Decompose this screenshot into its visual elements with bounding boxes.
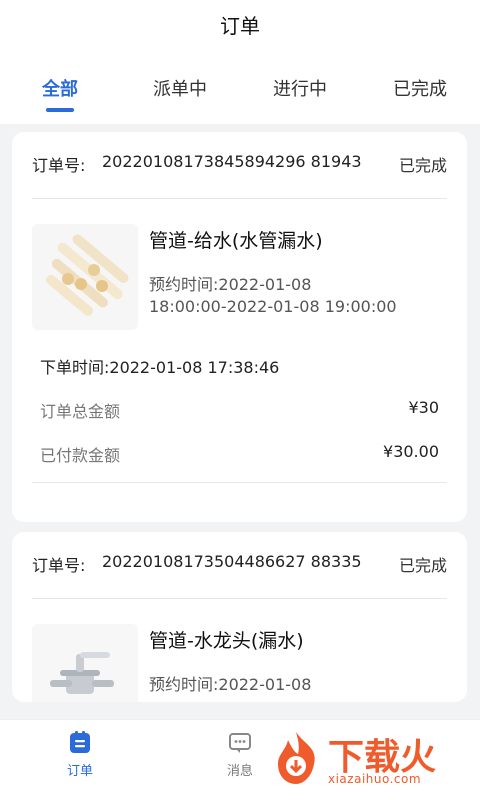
nav-messages[interactable]: 消息 bbox=[200, 730, 280, 779]
order-status: 已完成 bbox=[398, 556, 447, 575]
tab-in-progress-label: 进行中 bbox=[273, 79, 327, 100]
tab-all-label: 全部 bbox=[42, 79, 78, 100]
paid-amount-label: 已付款金额 bbox=[40, 446, 121, 465]
appointment-line-2: 18:00:00-2022-01-08 19:00:00 bbox=[149, 297, 397, 316]
divider bbox=[32, 482, 447, 483]
order-number-label: 订单号: bbox=[32, 556, 86, 575]
order-header: 订单号: 20220108173504486627 88335 已完成 bbox=[32, 552, 447, 576]
flame-icon bbox=[278, 732, 315, 784]
tab-completed[interactable]: 已完成 bbox=[365, 74, 475, 114]
tab-in-progress[interactable]: 进行中 bbox=[245, 74, 355, 114]
paid-amount-value: ¥30.00 bbox=[383, 442, 439, 461]
tab-dispatching-label: 派单中 bbox=[153, 79, 207, 100]
order-tabs: 全部 派单中 进行中 已完成 bbox=[0, 74, 480, 124]
watermark-url: xiazaihuo.com bbox=[328, 772, 422, 786]
appointment-line-1: 预约时间:2022-01-08 bbox=[149, 275, 312, 294]
divider bbox=[32, 198, 447, 199]
nav-orders-label: 订单 bbox=[66, 764, 93, 779]
order-total-value: ¥30 bbox=[408, 398, 439, 417]
order-card[interactable]: 订单号: 20220108173504486627 88335 已完成 管道-水… bbox=[12, 532, 467, 702]
appointment-time: 预约时间:2022-01-08 18:00:00-2022-01-08 19:0… bbox=[149, 274, 397, 318]
nav-orders[interactable]: 订单 bbox=[40, 730, 120, 779]
nav-messages-label: 消息 bbox=[226, 764, 253, 779]
order-total-row: 订单总金额 ¥30 bbox=[40, 398, 439, 422]
order-number: 20220108173845894296 81943 bbox=[102, 152, 362, 171]
page-title: 订单 bbox=[220, 14, 260, 38]
paid-amount-row: 已付款金额 ¥30.00 bbox=[40, 442, 439, 466]
tab-completed-label: 已完成 bbox=[393, 79, 447, 100]
bottom-navigation: 订单 消息 下载火 xiazaihuo.com bbox=[0, 719, 480, 800]
tab-dispatching[interactable]: 派单中 bbox=[125, 74, 235, 114]
order-icon bbox=[70, 731, 90, 753]
order-card[interactable]: 订单号: 20220108173845894296 81943 已完成 管道-给… bbox=[12, 132, 467, 522]
appointment-line-1: 预约时间:2022-01-08 bbox=[149, 675, 312, 694]
active-tab-indicator bbox=[46, 108, 74, 112]
order-status: 已完成 bbox=[398, 156, 447, 175]
order-header: 订单号: 20220108173845894296 81943 已完成 bbox=[32, 152, 447, 176]
created-time: 下单时间:2022-01-08 17:38:46 bbox=[40, 358, 280, 377]
watermark-logo: 下载火 xiazaihuo.com bbox=[270, 728, 470, 788]
order-total-label: 订单总金额 bbox=[40, 402, 121, 421]
product-image-faucet bbox=[32, 624, 138, 702]
tab-all[interactable]: 全部 bbox=[5, 74, 115, 114]
order-number-label: 订单号: bbox=[32, 156, 86, 175]
appointment-time: 预约时间:2022-01-08 bbox=[149, 674, 311, 696]
product-image-pipes bbox=[32, 224, 138, 330]
order-number: 20220108173504486627 88335 bbox=[102, 552, 362, 571]
product-name: 管道-给水(水管漏水) bbox=[149, 230, 323, 252]
message-icon bbox=[229, 733, 251, 753]
top-bar: 订单 全部 派单中 进行中 已完成 bbox=[0, 0, 480, 124]
product-name: 管道-水龙头(漏水) bbox=[149, 630, 304, 652]
divider bbox=[32, 598, 447, 599]
